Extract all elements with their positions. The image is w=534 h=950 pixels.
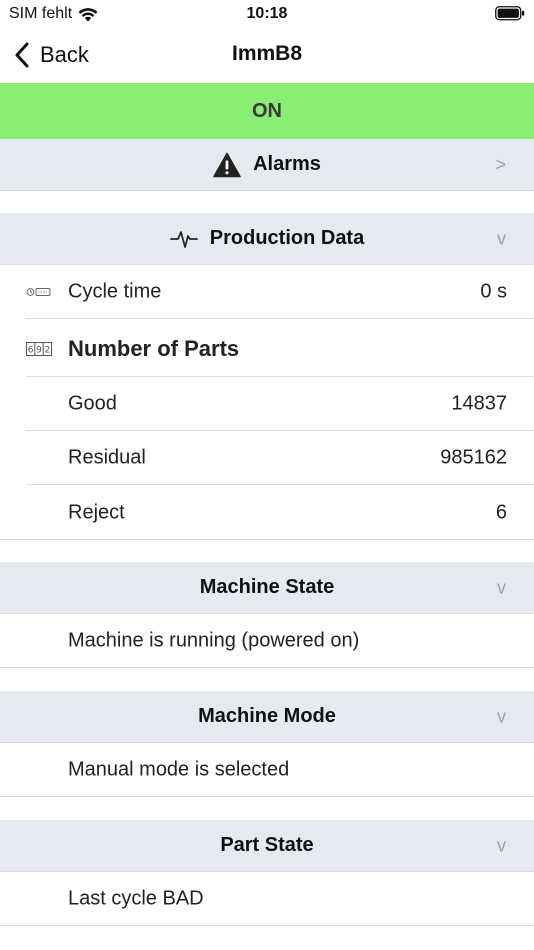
- chevron-right-icon: >: [495, 154, 506, 174]
- machine-state-row: Machine is running (powered on): [0, 614, 534, 668]
- pulse-icon: [169, 230, 198, 248]
- counter-icon: 6 9 2: [26, 341, 52, 356]
- battery-icon: [495, 6, 525, 21]
- machine-mode-title: Machine Mode: [198, 705, 336, 727]
- chevron-down-icon: v: [497, 577, 506, 597]
- svg-text:6: 6: [28, 345, 34, 355]
- clock: 10:18: [246, 5, 288, 22]
- chevron-down-icon: v: [497, 228, 506, 248]
- cycle-time-label: Cycle time: [68, 280, 162, 303]
- residual-value: 985162: [440, 446, 507, 469]
- on-label: ON: [252, 99, 282, 122]
- cycle-time-icon: [26, 288, 51, 296]
- reject-parts-row: Reject 6: [0, 486, 534, 540]
- machine-mode-header[interactable]: Machine Mode v: [0, 691, 534, 743]
- status-bar: SIM fehlt 10:18: [0, 0, 534, 28]
- machine-on-banner: ON: [0, 83, 534, 139]
- good-label: Good: [68, 392, 117, 415]
- good-value: 14837: [451, 392, 507, 415]
- residual-label: Residual: [68, 446, 146, 469]
- residual-parts-row: Residual 985162: [0, 431, 534, 485]
- part-state-row: Last cycle BAD: [0, 872, 534, 926]
- chevron-down-icon: v: [497, 706, 506, 726]
- production-data-header[interactable]: Production Data v: [0, 213, 534, 265]
- screen: SIM fehlt 10:18 Back ImmB8 ON Alarms > P…: [0, 0, 534, 950]
- svg-text:2: 2: [45, 345, 51, 355]
- machine-mode-text: Manual mode is selected: [68, 758, 290, 781]
- part-state-title: Part State: [220, 834, 314, 856]
- machine-state-header[interactable]: Machine State v: [0, 562, 534, 614]
- good-parts-row: Good 14837: [0, 377, 534, 431]
- machine-mode-row: Manual mode is selected: [0, 743, 534, 797]
- part-state-text: Last cycle BAD: [68, 887, 204, 910]
- warning-triangle-icon: [213, 152, 241, 177]
- alarms-header[interactable]: Alarms >: [0, 139, 534, 191]
- reject-label: Reject: [68, 501, 125, 524]
- machine-state-title: Machine State: [199, 576, 335, 598]
- machine-state-text: Machine is running (powered on): [68, 629, 360, 652]
- cycle-time-value: 0 s: [480, 280, 507, 303]
- svg-text:9: 9: [36, 345, 42, 355]
- reject-value: 6: [495, 501, 507, 524]
- part-state-header[interactable]: Part State v: [0, 820, 534, 872]
- navigation-bar: Back ImmB8: [0, 28, 534, 82]
- chevron-down-icon: v: [497, 835, 506, 855]
- alarms-title: Alarms: [253, 153, 321, 175]
- cycle-time-row: Cycle time 0 s: [0, 265, 534, 319]
- number-of-parts-row: 6 9 2 Number of Parts: [0, 320, 534, 377]
- number-of-parts-heading: Number of Parts: [68, 335, 240, 361]
- production-data-title: Production Data: [209, 227, 365, 249]
- page-title: ImmB8: [231, 42, 303, 65]
